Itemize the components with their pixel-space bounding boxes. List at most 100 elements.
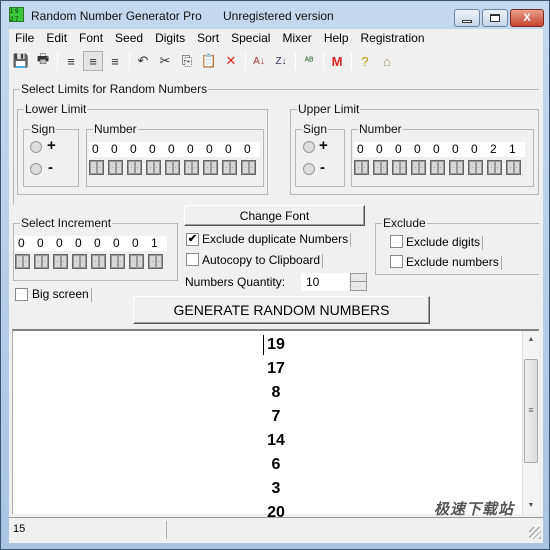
increment-digit-spinner[interactable]: · ·: [34, 254, 49, 269]
menu-seed[interactable]: Seed: [109, 29, 149, 48]
menu-help[interactable]: Help: [318, 29, 355, 48]
menu-mixer[interactable]: Mixer: [276, 29, 317, 48]
help-button[interactable]: ?: [355, 51, 375, 71]
spin-up-icon[interactable]: ·: [418, 161, 425, 174]
lower-digit-spinner[interactable]: · ·: [127, 160, 142, 175]
menu-registration[interactable]: Registration: [355, 29, 431, 48]
align-right-button[interactable]: ≡: [105, 51, 125, 71]
lower-digit-spinner[interactable]: · ·: [89, 160, 104, 175]
upper-digit-spinner[interactable]: · ·: [468, 160, 483, 175]
spin-up-icon[interactable]: ·: [136, 255, 143, 268]
quantity-input[interactable]: 10: [301, 273, 349, 291]
increment-digit-spinner[interactable]: · ·: [148, 254, 163, 269]
upper-sign-minus-radio[interactable]: [303, 163, 315, 175]
spin-up-icon[interactable]: ·: [60, 255, 67, 268]
menu-special[interactable]: Special: [225, 29, 276, 48]
scroll-up-icon[interactable]: ▲: [523, 331, 539, 348]
menu-file[interactable]: File: [9, 29, 40, 48]
spin-up-icon[interactable]: ·: [96, 161, 103, 174]
autocopy-checkbox[interactable]: [186, 253, 199, 266]
undo-button[interactable]: ↶: [133, 51, 153, 71]
lower-digit-spinner[interactable]: · ·: [241, 160, 256, 175]
menu-font[interactable]: Font: [73, 29, 109, 48]
increment-digit-spinner[interactable]: · ·: [91, 254, 106, 269]
spin-up-icon[interactable]: ·: [361, 161, 368, 174]
lower-digit-spinner[interactable]: · ·: [165, 160, 180, 175]
spin-up-icon[interactable]: ·: [456, 161, 463, 174]
cut-button[interactable]: ✂: [155, 51, 175, 71]
exclude-digits-checkbox[interactable]: [390, 235, 403, 248]
lower-digit-spinner[interactable]: · ·: [146, 160, 161, 175]
quantity-down-arrow[interactable]: [351, 282, 366, 290]
paste-button[interactable]: 📋: [199, 51, 219, 71]
quantity-up-arrow[interactable]: [351, 274, 366, 282]
spin-up-icon[interactable]: ·: [134, 161, 141, 174]
spin-up-icon[interactable]: ·: [399, 161, 406, 174]
spin-up-icon[interactable]: ·: [155, 255, 162, 268]
align-center-button[interactable]: ≡: [83, 51, 103, 71]
lower-sign-minus-radio[interactable]: [30, 163, 42, 175]
m-button[interactable]: M: [327, 51, 347, 71]
spin-up-icon[interactable]: ·: [380, 161, 387, 174]
minimize-button[interactable]: [454, 9, 480, 27]
upper-digit-spinner[interactable]: · ·: [506, 160, 521, 175]
spin-up-icon[interactable]: ·: [98, 255, 105, 268]
resize-grip-icon[interactable]: [529, 527, 541, 539]
spin-up-icon[interactable]: ·: [41, 255, 48, 268]
scroll-down-icon[interactable]: ▼: [523, 497, 539, 514]
spin-up-icon[interactable]: ·: [513, 161, 520, 174]
spin-up-icon[interactable]: ·: [153, 161, 160, 174]
increment-digit-spinner[interactable]: · ·: [15, 254, 30, 269]
change-font-button[interactable]: Change Font: [184, 205, 365, 226]
upper-digit-spinner[interactable]: · ·: [487, 160, 502, 175]
spin-up-icon[interactable]: ·: [248, 161, 255, 174]
lower-digit-spinner[interactable]: · ·: [184, 160, 199, 175]
delete-button[interactable]: ✕: [221, 51, 241, 71]
vertical-scrollbar[interactable]: ▲ ≡ ▼: [522, 331, 539, 514]
exclude-duplicates-checkbox[interactable]: ✔: [186, 233, 199, 246]
exclude-numbers-checkbox[interactable]: [390, 255, 403, 268]
spin-up-icon[interactable]: ·: [172, 161, 179, 174]
spin-up-icon[interactable]: ·: [437, 161, 444, 174]
menu-edit[interactable]: Edit: [40, 29, 73, 48]
title-bar[interactable]: Random Number Generator Pro Unregistered…: [1, 1, 549, 28]
close-button[interactable]: X: [510, 9, 544, 27]
upper-digit-spinner[interactable]: · ·: [354, 160, 369, 175]
lower-digit-spinner[interactable]: · ·: [203, 160, 218, 175]
increment-digit-spinner[interactable]: · ·: [110, 254, 125, 269]
spin-up-icon[interactable]: ·: [191, 161, 198, 174]
lower-digit-spinner[interactable]: · ·: [108, 160, 123, 175]
upper-digit-spinner[interactable]: · ·: [430, 160, 445, 175]
upper-digit-spinner[interactable]: · ·: [411, 160, 426, 175]
spin-up-icon[interactable]: ·: [79, 255, 86, 268]
increment-digit-spinner[interactable]: · ·: [72, 254, 87, 269]
quantity-spinner[interactable]: [350, 273, 367, 291]
upper-sign-plus-radio[interactable]: [303, 141, 315, 153]
save-button[interactable]: 💾: [11, 51, 31, 71]
print-button[interactable]: 🖶: [33, 51, 53, 71]
spin-up-icon[interactable]: ·: [115, 161, 122, 174]
copy-button[interactable]: ⎘: [177, 51, 197, 71]
align-left-button[interactable]: ≡: [61, 51, 81, 71]
upper-digit-spinner[interactable]: · ·: [392, 160, 407, 175]
lower-digit-spinner[interactable]: · ·: [222, 160, 237, 175]
scroll-thumb[interactable]: ≡: [524, 359, 538, 463]
menu-digits[interactable]: Digits: [149, 29, 191, 48]
spin-up-icon[interactable]: ·: [494, 161, 501, 174]
home-button[interactable]: ⌂: [377, 51, 397, 71]
upper-digit-spinner[interactable]: · ·: [373, 160, 388, 175]
increment-digit-spinner[interactable]: · ·: [53, 254, 68, 269]
spin-up-icon[interactable]: ·: [475, 161, 482, 174]
maximize-button[interactable]: [482, 9, 508, 27]
sort-ascending-button[interactable]: A↓: [249, 51, 269, 71]
lower-sign-plus-radio[interactable]: [30, 141, 42, 153]
big-screen-checkbox[interactable]: [15, 288, 28, 301]
spin-up-icon[interactable]: ·: [117, 255, 124, 268]
output-area[interactable]: 19 17 8 7 14 6 3 20 ▲ ≡ ▼: [12, 329, 539, 521]
spin-up-icon[interactable]: ·: [210, 161, 217, 174]
sort-descending-button[interactable]: Z↓: [271, 51, 291, 71]
spin-up-icon[interactable]: ·: [229, 161, 236, 174]
increment-digit-spinner[interactable]: · ·: [129, 254, 144, 269]
mixer-button[interactable]: ᴬᴮ: [299, 51, 319, 71]
spin-up-icon[interactable]: ·: [22, 255, 29, 268]
